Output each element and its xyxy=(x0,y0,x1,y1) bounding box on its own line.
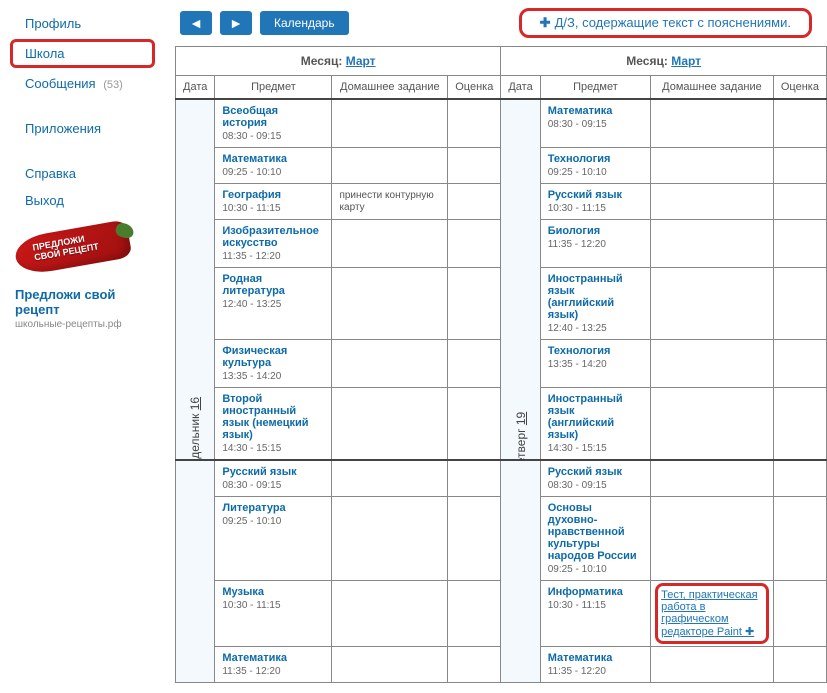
nav-school[interactable]: Школа xyxy=(10,39,155,68)
month-link[interactable]: Март xyxy=(671,54,701,68)
subject-link[interactable]: Второй иностранный язык (немецкий язык) xyxy=(222,393,324,441)
subject-link[interactable]: Математика xyxy=(548,652,643,664)
hw-link[interactable]: Тест, практическая работа в графическом … xyxy=(661,589,763,638)
time-label: 09:25 - 10:10 xyxy=(222,516,324,527)
time-label: 11:35 - 12:20 xyxy=(548,239,643,250)
time-label: 10:30 - 11:15 xyxy=(222,203,324,214)
time-label: 13:35 - 14:20 xyxy=(548,359,643,370)
subject-link[interactable]: Технология xyxy=(548,345,643,357)
schedule-table: Месяц: Март Месяц: Март ДатаПредметДомаш… xyxy=(175,46,827,683)
time-label: 11:35 - 12:20 xyxy=(222,251,324,262)
subject-link[interactable]: Информатика xyxy=(548,586,643,598)
time-label: 14:30 - 15:15 xyxy=(548,443,643,454)
subject-link[interactable]: Русский язык xyxy=(222,466,324,478)
subject-link[interactable]: Математика xyxy=(548,105,643,117)
time-label: 11:35 - 12:20 xyxy=(222,666,324,677)
next-button[interactable]: ► xyxy=(220,11,252,35)
month-header-left: Месяц: Март xyxy=(176,47,501,76)
main-area: ◄ ► Календарь ✚Д/З, содержащие текст с п… xyxy=(165,0,827,693)
time-label: 13:35 - 14:20 xyxy=(222,371,324,382)
subject-link[interactable]: Биология xyxy=(548,225,643,237)
time-label: 08:30 - 09:15 xyxy=(548,480,643,491)
hw-hint-link[interactable]: ✚Д/З, содержащие текст с пояснениями. xyxy=(519,8,812,38)
prev-button[interactable]: ◄ xyxy=(180,11,212,35)
pepper-banner[interactable]: ПРЕДЛОЖИСВОЙ РЕЦЕПТ xyxy=(15,229,150,279)
recipe-sublink[interactable]: школьные-рецепты.рф xyxy=(15,319,150,330)
time-label: 08:30 - 09:15 xyxy=(222,480,324,491)
nav-profile[interactable]: Профиль xyxy=(0,10,165,37)
time-label: 10:30 - 11:15 xyxy=(222,600,324,611)
date-cell-thu: Четверг 19 xyxy=(501,99,540,460)
nav-help[interactable]: Справка xyxy=(0,160,165,187)
subject-link[interactable]: Всеобщая история xyxy=(222,105,324,129)
time-label: 12:40 - 13:25 xyxy=(548,323,643,334)
time-label: 09:25 - 10:10 xyxy=(548,167,643,178)
nav-apps[interactable]: Приложения xyxy=(0,115,165,142)
header-row: ДатаПредметДомашнее заданиеОценка ДатаПр… xyxy=(176,76,827,100)
time-label: 08:30 - 09:15 xyxy=(222,131,324,142)
subject-link[interactable]: Физическая культура xyxy=(222,345,324,369)
time-label: 10:30 - 11:15 xyxy=(548,600,643,611)
plus-icon: ✚ xyxy=(540,15,551,30)
hw-text: принести контурную карту xyxy=(339,190,433,213)
month-header-right: Месяц: Март xyxy=(501,47,827,76)
subject-link[interactable]: Родная литература xyxy=(222,273,324,297)
date-cell-mon: Понедельник 16 xyxy=(176,99,215,460)
time-label: 09:25 - 10:10 xyxy=(222,167,324,178)
sidebar: Профиль Школа Сообщения (53) Приложения … xyxy=(0,0,165,693)
subject-link[interactable]: Математика xyxy=(222,652,324,664)
date-cell xyxy=(501,460,540,683)
time-label: 08:30 - 09:15 xyxy=(548,119,643,130)
date-cell xyxy=(176,460,215,683)
time-label: 09:25 - 10:10 xyxy=(548,564,643,575)
subject-link[interactable]: Иностранный язык (английский язык) xyxy=(548,273,643,321)
calendar-button[interactable]: Календарь xyxy=(260,11,349,35)
subject-link[interactable]: Русский язык xyxy=(548,466,643,478)
topbar: ◄ ► Календарь ✚Д/З, содержащие текст с п… xyxy=(170,0,822,46)
subject-link[interactable]: Русский язык xyxy=(548,189,643,201)
subject-link[interactable]: Технология xyxy=(548,153,643,165)
subject-link[interactable]: Основы духовно-нравственной культуры нар… xyxy=(548,502,643,562)
time-label: 12:40 - 13:25 xyxy=(222,299,324,310)
subject-link[interactable]: Иностранный язык (английский язык) xyxy=(548,393,643,441)
subject-link[interactable]: Литература xyxy=(222,502,324,514)
time-label: 11:35 - 12:20 xyxy=(548,666,643,677)
subject-link[interactable]: География xyxy=(222,189,324,201)
subject-link[interactable]: Математика xyxy=(222,153,324,165)
month-link[interactable]: Март xyxy=(346,54,376,68)
nav-messages[interactable]: Сообщения (53) xyxy=(0,70,165,97)
subject-link[interactable]: Музыка xyxy=(222,586,324,598)
table-row: Понедельник 16Всеобщая история08:30 - 09… xyxy=(176,99,827,148)
nav-logout[interactable]: Выход xyxy=(0,187,165,214)
table-row: Русский язык 08:30 - 09:15 Русский язык 08:… xyxy=(176,460,827,497)
recipe-link[interactable]: Предложи свой рецепт xyxy=(15,287,150,317)
time-label: 10:30 - 11:15 xyxy=(548,203,643,214)
time-label: 14:30 - 15:15 xyxy=(222,443,324,454)
subject-link[interactable]: Изобразительное искусство xyxy=(222,225,324,249)
